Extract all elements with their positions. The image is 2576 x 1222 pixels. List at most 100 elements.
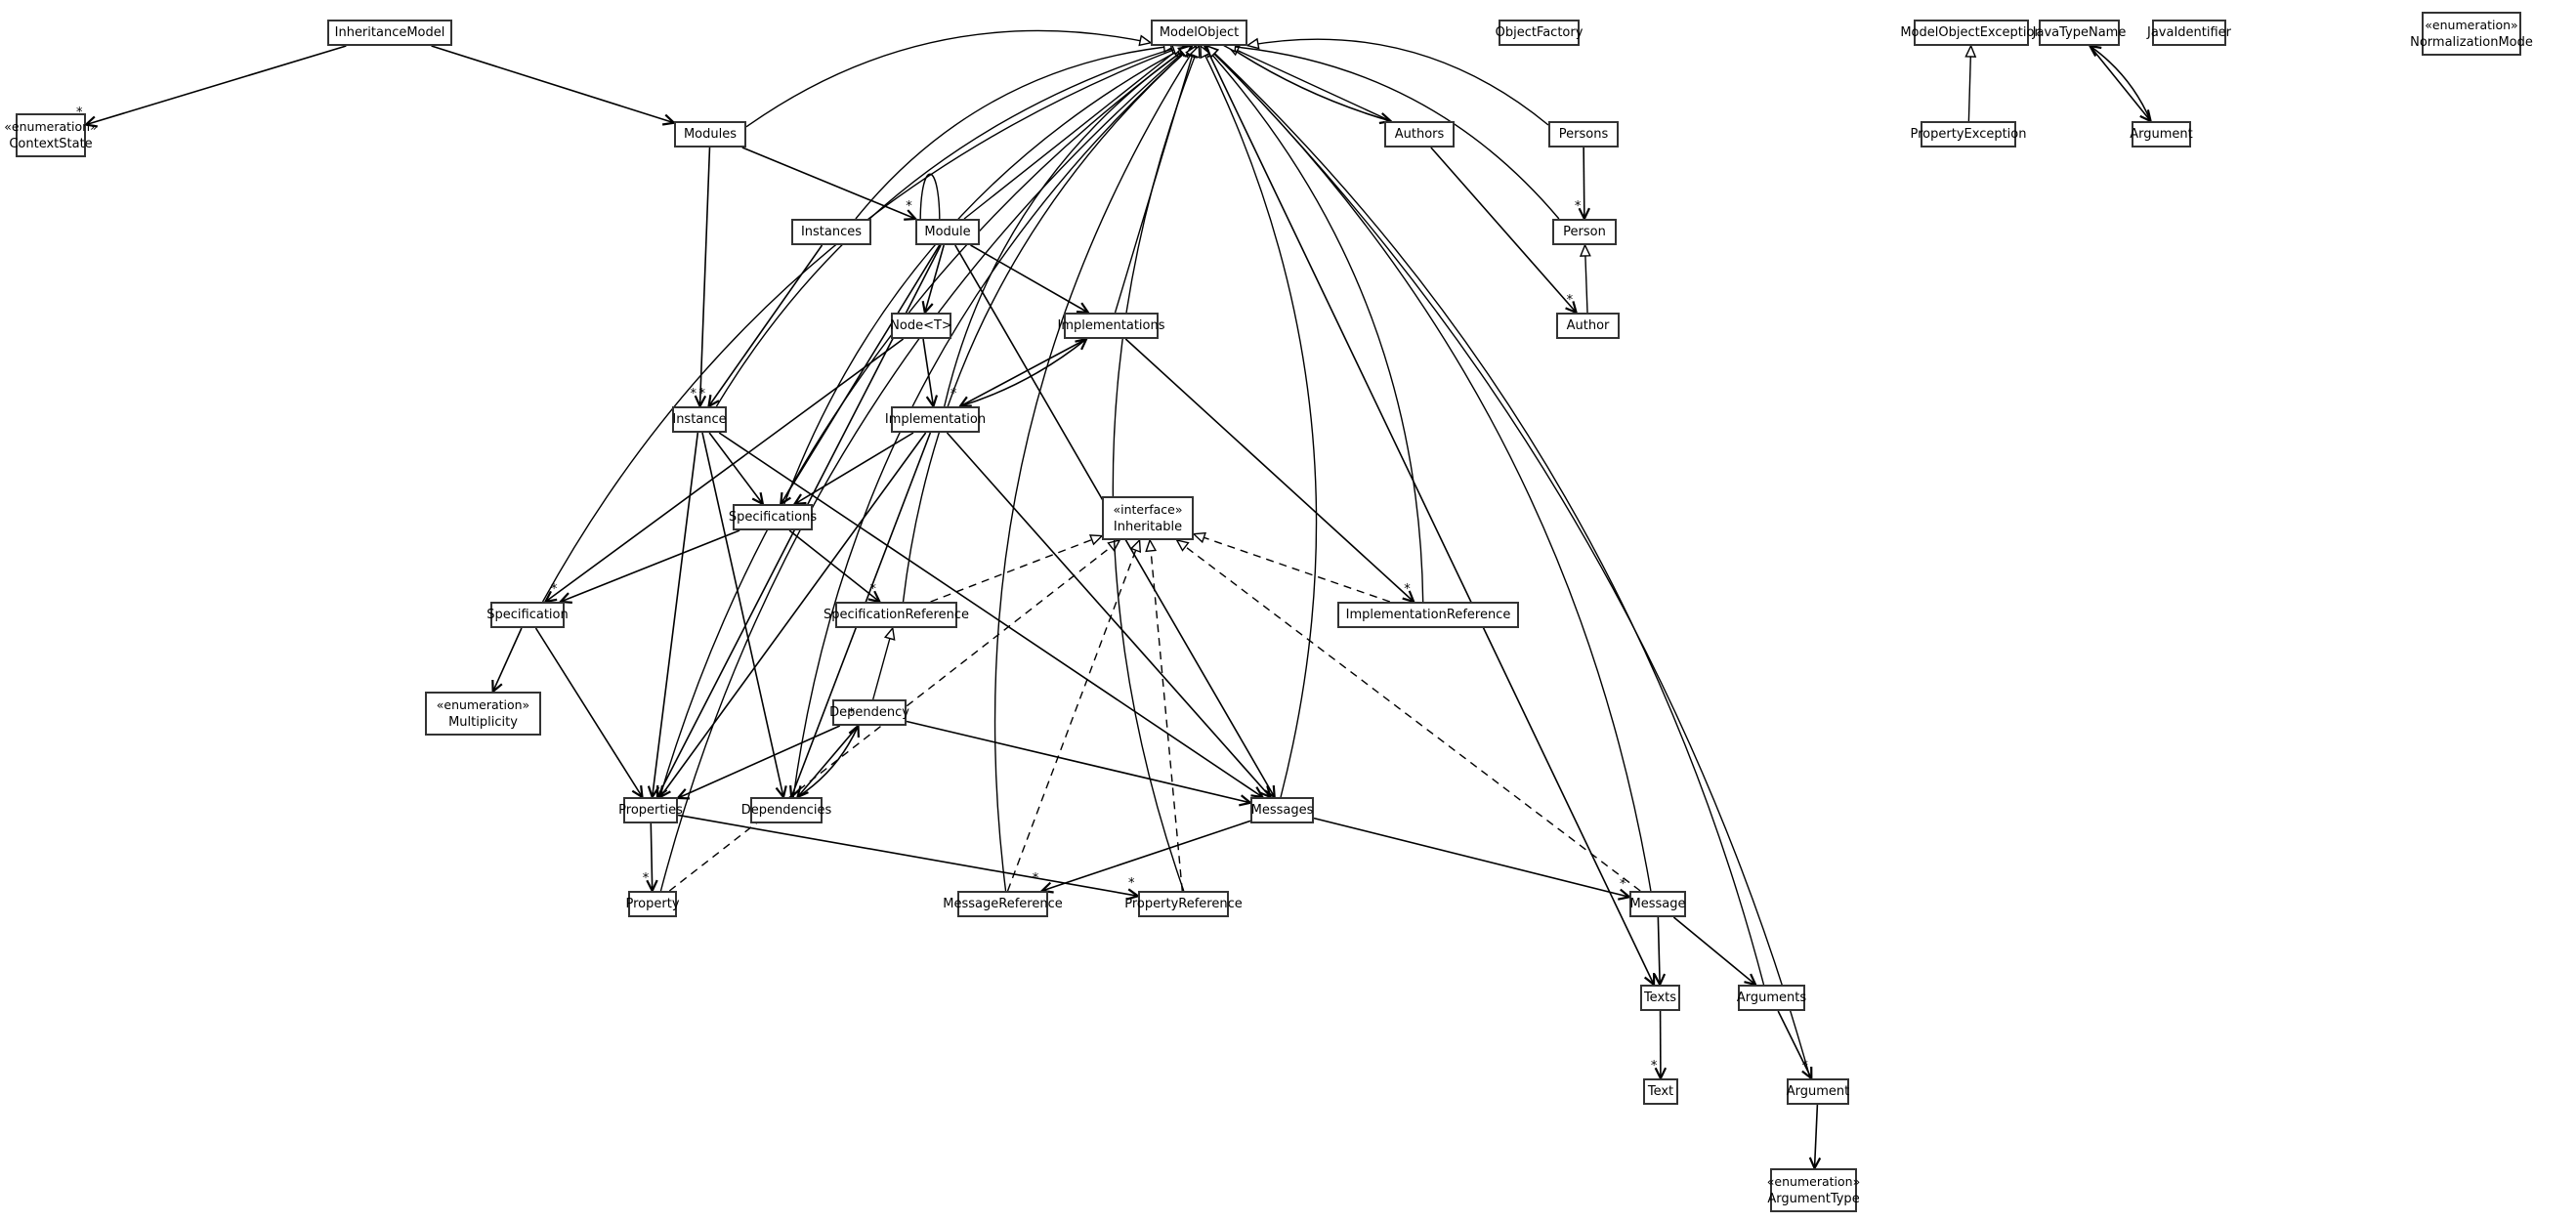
class-name: Arguments — [1736, 990, 1807, 1005]
class-box-inheritable[interactable]: «interface» Inheritable — [1102, 496, 1194, 540]
multiplicity-label: * — [698, 387, 705, 401]
class-name: Instances — [800, 224, 863, 239]
class-name: ObjectFactory — [1495, 24, 1584, 40]
class-box-messages[interactable]: Messages — [1250, 797, 1314, 823]
class-box-node-t[interactable]: Node<T> — [890, 313, 952, 339]
class-box-object-factory[interactable]: ObjectFactory — [1496, 20, 1583, 46]
class-box-implementation[interactable]: Implementation — [885, 406, 986, 433]
class-name: SpecificationReference — [823, 607, 969, 622]
class-box-message[interactable]: Message — [1629, 891, 1686, 917]
class-box-property[interactable]: Property — [625, 891, 680, 917]
class-name: ArgumentType — [1767, 1191, 1860, 1206]
navigable-arrow-icon — [792, 493, 807, 506]
class-name: JavaIdentifier — [2146, 24, 2232, 40]
class-box-normalization-mode[interactable]: «enumeration» NormalizationMode — [2410, 12, 2533, 56]
relation-generalization-authors-to-model-object — [1226, 45, 1392, 122]
class-box-argument-type[interactable]: «enumeration» ArgumentType — [1767, 1168, 1860, 1212]
class-box-property-exception[interactable]: PropertyException — [1911, 121, 2027, 147]
class-box-instances[interactable]: Instances — [791, 219, 871, 245]
class-box-modules[interactable]: Modules — [674, 121, 746, 147]
class-box-specification-reference[interactable]: SpecificationReference — [823, 602, 969, 628]
class-box-module[interactable]: Module — [915, 219, 980, 245]
class-box-texts[interactable]: Texts — [1640, 985, 1680, 1011]
class-box-specification[interactable]: Specification — [486, 602, 569, 628]
relation-association-instance-to-messages — [718, 432, 1265, 799]
navigable-arrow-icon — [631, 784, 644, 800]
class-box-argument[interactable]: Argument — [1787, 1078, 1849, 1105]
class-box-multiplicity[interactable]: «enumeration» Multiplicity — [425, 692, 541, 736]
class-name: Text — [1647, 1083, 1674, 1099]
relation-line — [944, 45, 1191, 407]
class-box-persons[interactable]: Persons — [1548, 121, 1619, 147]
relation-generalization-author-to-person — [1579, 243, 1591, 314]
multiplicity-label: * — [1404, 582, 1411, 597]
class-box-dependency[interactable]: Dependency — [829, 699, 909, 726]
relation-association-specification-to-properties — [534, 627, 644, 800]
relation-association-specifications-to-specification-reference — [788, 529, 882, 604]
generalization-triangle-icon — [1964, 44, 1977, 58]
relation-association-dependency-to-properties — [675, 725, 841, 800]
class-box-java-identifier[interactable]: JavaIdentifier — [2147, 20, 2231, 46]
class-name: Property — [625, 896, 680, 911]
class-box-property-reference[interactable]: PropertyReference — [1124, 891, 1243, 917]
relation-association-properties-to-property-reference — [677, 814, 1141, 901]
relation-line — [85, 45, 347, 126]
class-box-authors[interactable]: Authors — [1384, 121, 1455, 147]
relation-association-implementations-to-implementation-reference — [1124, 338, 1416, 604]
relation-line — [959, 338, 1087, 407]
relation-line — [922, 338, 935, 407]
class-box-dependencies[interactable]: Dependencies — [741, 797, 831, 823]
relation-line — [930, 534, 1103, 603]
class-box-implementations[interactable]: Implementations — [1058, 313, 1165, 339]
multiplicity-label: * — [869, 582, 876, 597]
relation-generalization-property-exception-to-model-object-exception — [1964, 44, 1977, 122]
relation-line — [677, 814, 1139, 898]
class-box-arguments[interactable]: Arguments — [1736, 985, 1807, 1011]
class-box-person[interactable]: Person — [1552, 219, 1617, 245]
class-name: Message — [1629, 896, 1686, 911]
relation-line — [1813, 1104, 1819, 1169]
relation-association-messages-to-message-reference — [1039, 820, 1251, 894]
class-box-implementation-reference[interactable]: ImplementationReference — [1337, 602, 1519, 628]
relation-line — [1041, 820, 1251, 892]
class-name: PropertyException — [1910, 126, 2027, 142]
relation-association-message-to-texts — [1653, 916, 1667, 988]
class-name: Persons — [1558, 126, 1609, 142]
class-box-jtnargument[interactable]: Argument — [2130, 121, 2193, 147]
relation-association-modules-to-module — [741, 147, 918, 221]
realization-triangle-icon — [1129, 538, 1142, 554]
relation-association-model-object-to-texts — [1204, 45, 1656, 988]
multiplicity-label: * — [76, 105, 83, 120]
relation-association-argument-to-argument-type — [1808, 1104, 1822, 1171]
relation-association-instance-to-properties — [647, 432, 699, 800]
relation-association-dependency-to-messages — [906, 720, 1253, 807]
class-box-model-object[interactable]: ModelObject — [1151, 20, 1247, 46]
relation-generalization-arguments-to-model-object — [1205, 44, 1765, 986]
multiplicity-label: * — [1128, 876, 1135, 892]
relation-line — [707, 244, 823, 407]
relation-generalization-persons-to-model-object — [1246, 37, 1549, 126]
class-name: Specification — [486, 607, 569, 622]
class-stereotype: «enumeration» — [436, 696, 530, 712]
relation-realization-specification-reference-to-inheritable — [930, 534, 1104, 603]
class-box-text[interactable]: Text — [1643, 1078, 1678, 1105]
class-box-java-type-name[interactable]: JavaTypeName — [2033, 20, 2126, 46]
class-box-instance[interactable]: Instance — [672, 406, 727, 433]
class-name: Node<T> — [890, 317, 952, 333]
class-box-inheritance-model[interactable]: InheritanceModel — [327, 20, 452, 46]
relation-association-specifications-to-specification — [558, 529, 740, 604]
class-box-properties[interactable]: Properties — [618, 797, 683, 823]
class-box-model-object-exception[interactable]: ModelObjectException — [1900, 20, 2043, 46]
class-box-author[interactable]: Author — [1556, 313, 1620, 339]
class-box-message-reference[interactable]: MessageReference — [943, 891, 1063, 917]
class-box-context-state[interactable]: «enumeration» ContextState — [4, 113, 98, 157]
class-name: Messages — [1250, 802, 1314, 818]
relation-line — [796, 725, 860, 798]
class-box-specifications[interactable]: Specifications — [729, 504, 817, 530]
realization-triangle-icon — [1192, 531, 1206, 544]
realization-triangle-icon — [1175, 538, 1190, 552]
class-name: Dependency — [829, 704, 909, 720]
relation-line — [1205, 45, 1811, 1079]
relation-association-inheritance-model-to-modules — [431, 45, 677, 126]
relation-line — [993, 45, 1198, 892]
